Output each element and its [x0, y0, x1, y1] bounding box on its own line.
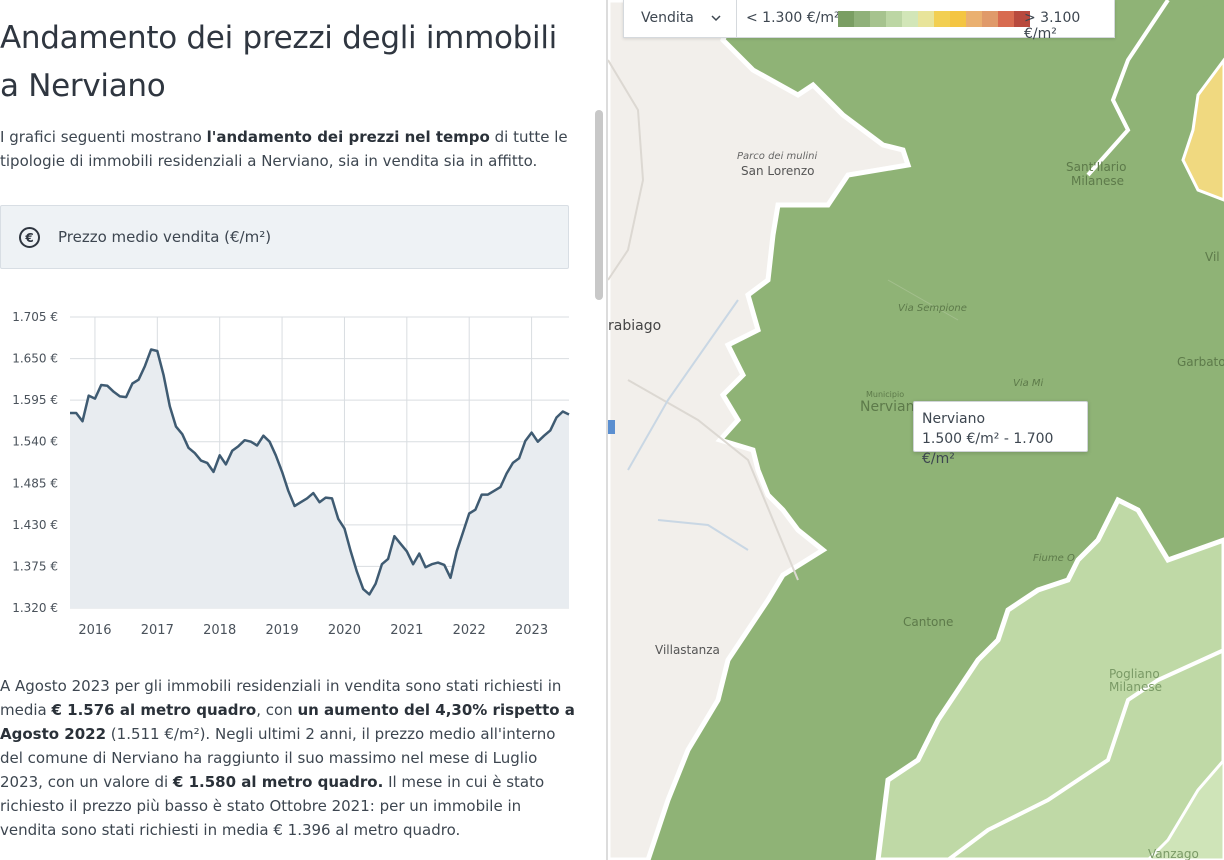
- y-tick-label: 1.485 €: [12, 476, 58, 490]
- legend-swatch: [950, 11, 966, 27]
- legend-swatch: [870, 11, 886, 27]
- legend-swatch: [934, 11, 950, 27]
- x-tick-label: 2020: [328, 623, 361, 638]
- legend-min-label: < 1.300 €/m²: [746, 10, 840, 26]
- contract-type-select[interactable]: Vendita: [624, 0, 737, 38]
- map-label-municipio: Municipio: [866, 390, 905, 399]
- map-label-parabiago: rabiago: [608, 318, 662, 334]
- map-label-cantone: Cantone: [903, 615, 954, 629]
- x-tick-label: 2019: [266, 623, 299, 638]
- y-tick-label: 1.375 €: [12, 559, 58, 573]
- x-tick-label: 2022: [453, 623, 486, 638]
- legend-swatch: [998, 11, 1014, 27]
- y-tick-label: 1.540 €: [12, 435, 58, 449]
- map-label-parco: Parco dei mulini: [737, 151, 818, 162]
- intro-text: I grafici seguenti mostrano l'andamento …: [0, 128, 568, 170]
- map-label-pogliano-2: Milanese: [1109, 680, 1162, 694]
- map-tooltip: Nerviano 1.500 €/m² - 1.700 €/m²: [913, 401, 1088, 467]
- map-label-villa: Vil: [1205, 250, 1220, 264]
- page-title: Andamento dei prezzi degli immobili a Ne…: [0, 20, 557, 104]
- x-tick-label: 2017: [141, 623, 174, 638]
- y-tick-label: 1.650 €: [12, 352, 58, 366]
- map-label-pogliano: Pogliano: [1109, 667, 1160, 681]
- tooltip-name: Nerviano: [922, 411, 986, 427]
- map-label-san-lorenzo: San Lorenzo: [741, 164, 815, 178]
- contract-type-value: Vendita: [641, 10, 694, 26]
- scrollbar-thumb[interactable]: [595, 110, 603, 300]
- map-label-santilario: Sant'Ilario: [1066, 160, 1127, 174]
- chevron-down-icon: [711, 15, 721, 22]
- x-tick-label: 2018: [203, 623, 236, 638]
- article-panel: Andamento dei prezzi degli immobili a Ne…: [0, 0, 596, 860]
- y-tick-label: 1.320 €: [12, 601, 58, 615]
- summary-text: A Agosto 2023 per gli immobili residenzi…: [0, 677, 575, 839]
- tab-label: Prezzo medio vendita (€/m²): [58, 228, 272, 246]
- chart-area-fill: [70, 349, 569, 608]
- x-tick-label: 2021: [390, 623, 423, 638]
- legend-swatch: [838, 11, 854, 27]
- y-tick-label: 1.705 €: [12, 310, 58, 324]
- euro-icon: €: [19, 227, 40, 248]
- map-label-garbato: Garbato: [1177, 355, 1224, 369]
- price-chart: 1.705 € 1.650 € 1.595 € 1.540 € 1.485 € 1.430…: [12, 310, 570, 638]
- tooltip-range: 1.500 €/m² - 1.700 €/m²: [922, 431, 1054, 467]
- legend-swatch: [982, 11, 998, 27]
- legend-swatch: [966, 11, 982, 27]
- x-tick-label: 2016: [78, 623, 111, 638]
- legend-color-scale: [838, 11, 1030, 27]
- tab-prezzo-medio-vendita[interactable]: € Prezzo medio vendita (€/m²): [0, 205, 569, 269]
- map-marker-icon[interactable]: [608, 420, 615, 434]
- map-label-villastanza: Villastanza: [655, 643, 720, 657]
- map-label-via-sempione: Via Sempione: [898, 303, 967, 314]
- map-label-fiume: Fiume O: [1033, 553, 1075, 564]
- y-tick-label: 1.430 €: [12, 518, 58, 532]
- legend-swatch: [886, 11, 902, 27]
- legend-max-label: > 3.100 €/m²: [1024, 10, 1081, 42]
- legend-swatch: [854, 11, 870, 27]
- map-legend: Vendita < 1.300 €/m² > 3.100 €/m²: [623, 0, 1115, 42]
- legend-swatch: [918, 11, 934, 27]
- map-label-via-milano: Via Mi: [1013, 378, 1044, 389]
- y-tick-label: 1.595 €: [12, 393, 58, 407]
- map-label-nerviano: Nervian: [860, 399, 915, 415]
- x-tick-label: 2023: [515, 623, 548, 638]
- map-label-santilario-2: Milanese: [1071, 174, 1124, 188]
- map-label-vanzago: Vanzago: [1148, 847, 1199, 860]
- legend-swatch: [902, 11, 918, 27]
